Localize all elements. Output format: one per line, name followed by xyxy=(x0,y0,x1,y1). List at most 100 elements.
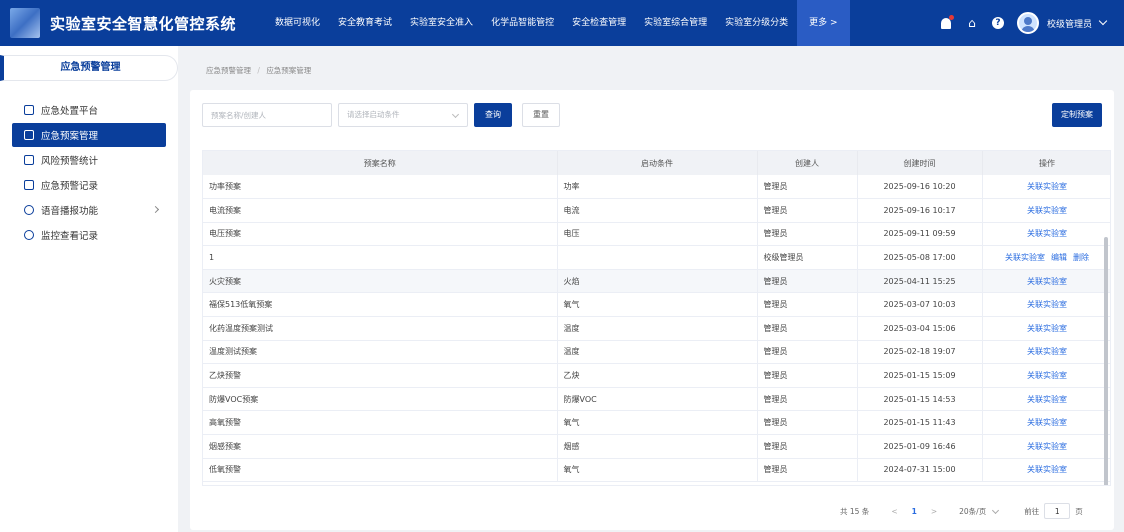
cell-created-time: 2025-01-09 16:46 xyxy=(857,434,983,459)
table-scrollbar[interactable] xyxy=(1104,237,1108,485)
col-header-creator: 创建人 xyxy=(757,151,858,175)
cell-condition: 氧气 xyxy=(557,410,758,436)
next-page-button[interactable]: > xyxy=(931,507,937,516)
cell-creator: 管理员 xyxy=(757,363,858,388)
link-lab-button[interactable]: 关联实验室 xyxy=(1027,324,1067,333)
cell-actions: 关联实验室 xyxy=(982,198,1110,223)
sidebar-item-voice-broadcast[interactable]: 语音播报功能 xyxy=(12,198,166,222)
sidebar-item-warning-records[interactable]: 应急预警记录 xyxy=(12,173,166,197)
sidebar-item-monitor-records[interactable]: 监控查看记录 xyxy=(12,223,166,247)
delete-button[interactable]: 删除 xyxy=(1073,253,1089,262)
link-lab-button[interactable]: 关联实验室 xyxy=(1027,277,1067,286)
settings-icon xyxy=(24,205,34,215)
cell-condition: 火焰 xyxy=(557,269,758,294)
cell-created-time: 2025-01-15 14:53 xyxy=(857,387,983,412)
nav-item-lab-management[interactable]: 实验室综合管理 xyxy=(635,0,716,46)
cell-creator: 校级管理员 xyxy=(757,245,858,270)
cell-actions: 关联实验室 xyxy=(982,434,1110,459)
platform-icon xyxy=(24,105,34,115)
cell-plan-name: 低氧预警 xyxy=(203,458,558,483)
cell-condition xyxy=(557,245,758,270)
sidebar-item-emergency-platform[interactable]: 应急处置平台 xyxy=(12,98,166,122)
col-header-time: 创建时间 xyxy=(857,151,983,175)
cell-plan-name: 1 xyxy=(203,245,558,270)
link-lab-button[interactable]: 关联实验室 xyxy=(1027,442,1067,451)
cell-condition: 氧气 xyxy=(557,458,758,483)
cell-condition: 氧气 xyxy=(557,292,758,318)
breadcrumb-parent[interactable]: 应急预警管理 xyxy=(206,66,251,75)
breadcrumb-current: 应急预案管理 xyxy=(266,66,312,75)
nav-item-more[interactable]: 更多 > xyxy=(797,0,850,46)
link-lab-button[interactable]: 关联实验室 xyxy=(1027,465,1067,474)
cell-created-time: 2025-05-08 17:00 xyxy=(857,245,983,270)
cell-creator: 管理员 xyxy=(757,222,858,247)
link-lab-button[interactable]: 关联实验室 xyxy=(1027,229,1067,238)
cell-plan-name: 电流预案 xyxy=(203,198,558,223)
nav-item-chemical-control[interactable]: 化学品智能管控 xyxy=(482,0,563,46)
nav-item-safety-inspection[interactable]: 安全检查管理 xyxy=(563,0,635,46)
cell-created-time: 2025-09-16 10:17 xyxy=(857,198,983,223)
cell-plan-name: 防爆VOC预案 xyxy=(203,387,558,412)
condition-select[interactable]: 请选择启动条件 xyxy=(338,103,468,127)
query-button[interactable]: 查询 xyxy=(474,103,512,127)
cell-created-time: 2024-07-31 15:00 xyxy=(857,458,983,483)
bar-chart-icon xyxy=(24,155,34,165)
link-lab-button[interactable]: 关联实验室 xyxy=(1027,206,1067,215)
nav-item-lab-classification[interactable]: 实验室分级分类 xyxy=(716,0,797,46)
goto-page-input[interactable] xyxy=(1044,503,1071,519)
link-lab-button[interactable]: 关联实验室 xyxy=(1027,371,1067,380)
cell-creator: 管理员 xyxy=(757,434,858,459)
chevron-down-icon[interactable] xyxy=(1098,16,1108,26)
cell-actions: 关联实验室 编辑 删除 xyxy=(982,245,1110,270)
custom-plan-button[interactable]: 定制预案 xyxy=(1052,103,1102,127)
cell-created-time: 2025-09-11 09:59 xyxy=(857,222,983,247)
table-row: 温度测试预案 温度 管理员 2025-02-18 19:07 关联实验室 xyxy=(203,340,1110,365)
avatar[interactable] xyxy=(1016,12,1039,34)
link-lab-button[interactable]: 关联实验室 xyxy=(1027,395,1067,404)
app-title: 实验室安全智慧化管控系统 xyxy=(50,14,237,33)
link-lab-button[interactable]: 关联实验室 xyxy=(1027,300,1067,309)
notification-bell-icon[interactable] xyxy=(939,14,954,30)
sidebar-item-emergency-plan[interactable]: 应急预案管理 xyxy=(12,123,166,147)
cell-condition: 乙炔 xyxy=(557,363,758,388)
edit-button[interactable]: 编辑 xyxy=(1051,253,1067,262)
cell-condition: 电流 xyxy=(557,198,758,223)
nav-item-data-visualization[interactable]: 数据可视化 xyxy=(266,0,329,46)
page-size-select[interactable]: 20条/页 xyxy=(959,506,1000,517)
help-icon[interactable]: ? xyxy=(991,16,1005,30)
cell-condition: 温度 xyxy=(557,340,758,365)
nav-item-lab-access[interactable]: 实验室安全准入 xyxy=(401,0,482,46)
page-number-button[interactable]: 1 xyxy=(912,507,917,516)
cell-actions: 关联实验室 xyxy=(982,363,1110,388)
sidebar-title: 应急预警管理 xyxy=(0,55,178,81)
home-icon[interactable]: ⌂ xyxy=(965,16,979,30)
cell-created-time: 2025-01-15 15:09 xyxy=(857,363,983,388)
cell-actions: 关联实验室 xyxy=(982,222,1110,247)
cell-creator: 管理员 xyxy=(757,387,858,412)
link-lab-button[interactable]: 关联实验室 xyxy=(1027,347,1067,356)
link-lab-button[interactable]: 关联实验室 xyxy=(1027,418,1067,427)
prev-page-button[interactable]: < xyxy=(891,507,897,516)
record-icon xyxy=(24,180,34,190)
condition-select-placeholder: 请选择启动条件 xyxy=(347,110,400,119)
username[interactable]: 校级管理员 xyxy=(1047,17,1092,30)
table-row: 1 校级管理员 2025-05-08 17:00 关联实验室 编辑 删除 xyxy=(203,245,1110,270)
table-row: 化药温度预案测试 温度 管理员 2025-03-04 15:06 关联实验室 xyxy=(203,316,1110,341)
reset-button[interactable]: 重置 xyxy=(522,103,560,127)
cell-plan-name: 福保513低氧预案 xyxy=(203,292,558,318)
cell-plan-name: 高氧预警 xyxy=(203,410,558,436)
cell-plan-name: 乙炔预警 xyxy=(203,363,558,388)
cell-creator: 管理员 xyxy=(757,175,858,200)
cell-condition: 电压 xyxy=(557,222,758,247)
cell-creator: 管理员 xyxy=(757,410,858,436)
nav-item-safety-education[interactable]: 安全教育考试 xyxy=(329,0,401,46)
sidebar-item-label: 风险预警统计 xyxy=(41,156,99,167)
table-row: 高氧预警 氧气 管理员 2025-01-15 11:43 关联实验室 xyxy=(203,410,1110,436)
link-lab-button[interactable]: 关联实验室 xyxy=(1027,182,1067,191)
cell-creator: 管理员 xyxy=(757,316,858,341)
search-input[interactable] xyxy=(202,103,332,127)
cell-condition: 温度 xyxy=(557,316,758,341)
link-lab-button[interactable]: 关联实验室 xyxy=(1005,253,1045,262)
sidebar-item-risk-statistics[interactable]: 风险预警统计 xyxy=(12,148,166,172)
col-header-name: 预案名称 xyxy=(203,151,558,175)
